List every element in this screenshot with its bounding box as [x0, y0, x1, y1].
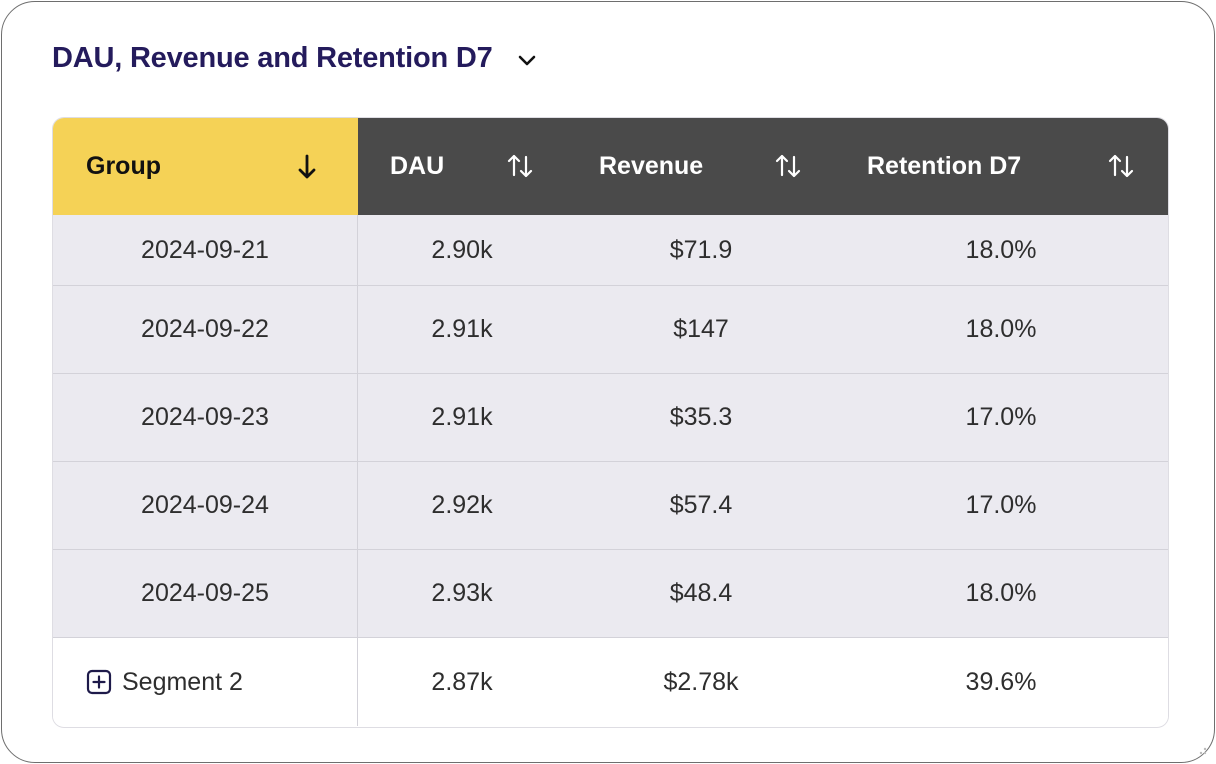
table-row[interactable]: 2024-09-25 2.93k $48.4 18.0%	[53, 550, 1168, 638]
summary-row[interactable]: Segment 2 2.87k $2.78k 39.6%	[53, 638, 1168, 726]
sort-up-down-icon[interactable]	[505, 151, 535, 181]
cell-revenue: $71.9	[669, 235, 733, 264]
cell-dau: 2.91k	[431, 403, 493, 431]
header-sortable-columns: DAU Revenue Retention D7	[358, 118, 1168, 215]
cell-revenue: $147	[673, 315, 729, 343]
cell-group: 2024-09-25	[141, 579, 269, 607]
arrow-down-icon[interactable]	[292, 152, 322, 182]
cell-revenue: $48.4	[669, 579, 733, 607]
sort-up-down-icon[interactable]	[1106, 151, 1136, 181]
table-row[interactable]: 2024-09-21 2.90k $71.9 18.0%	[53, 215, 1168, 286]
cell-retention: 39.6%	[965, 667, 1037, 696]
column-header-label: DAU	[390, 152, 445, 180]
cell-revenue: $57.4	[669, 491, 733, 519]
table-row[interactable]: 2024-09-24 2.92k $57.4 17.0%	[53, 462, 1168, 550]
cell-group: 2024-09-21	[141, 235, 269, 264]
title-dropdown[interactable]: DAU, Revenue and Retention D7	[52, 42, 539, 75]
chevron-down-icon[interactable]	[515, 48, 539, 72]
cell-retention: 18.0%	[965, 235, 1037, 264]
cell-retention: 18.0%	[965, 579, 1037, 607]
column-header-label: Revenue	[599, 152, 704, 180]
column-header-group[interactable]: Group	[53, 118, 358, 215]
table-row[interactable]: 2024-09-23 2.91k $35.3 17.0%	[53, 374, 1168, 462]
cell-revenue: $35.3	[669, 403, 733, 431]
cell-retention: 18.0%	[965, 315, 1037, 343]
card-title: DAU, Revenue and Retention D7	[52, 42, 493, 74]
expand-plus-icon[interactable]	[86, 669, 112, 695]
column-header-dau[interactable]: DAU	[390, 118, 444, 215]
cell-group: 2024-09-22	[141, 315, 269, 343]
cell-dau: 2.92k	[431, 491, 493, 519]
column-header-label: Retention D7	[867, 152, 1022, 180]
cell-retention: 17.0%	[965, 491, 1037, 519]
table-header: Group DAU Revenue Retention D7	[53, 118, 1168, 215]
cell-group: Segment 2	[122, 667, 243, 696]
cell-dau: 2.93k	[431, 579, 493, 607]
cell-group: 2024-09-24	[141, 491, 269, 519]
table-row[interactable]: 2024-09-22 2.91k $147 18.0%	[53, 286, 1168, 374]
cell-dau: 2.91k	[431, 315, 493, 343]
cell-retention: 17.0%	[965, 403, 1037, 431]
cell-revenue: $2.78k	[663, 667, 739, 696]
cell-dau: 2.87k	[431, 667, 493, 696]
column-header-label: Group	[86, 152, 161, 180]
sort-up-down-icon[interactable]	[773, 151, 803, 181]
data-table: Group DAU Revenue Retention D7 2024-09-2…	[52, 117, 1169, 728]
cell-group: 2024-09-23	[141, 403, 269, 431]
resize-grip-icon[interactable]	[1194, 742, 1208, 756]
table-card: DAU, Revenue and Retention D7 Group DAU	[1, 1, 1215, 763]
column-header-revenue[interactable]: Revenue	[599, 118, 703, 215]
column-header-retention[interactable]: Retention D7	[867, 118, 1021, 215]
cell-dau: 2.90k	[431, 235, 493, 264]
